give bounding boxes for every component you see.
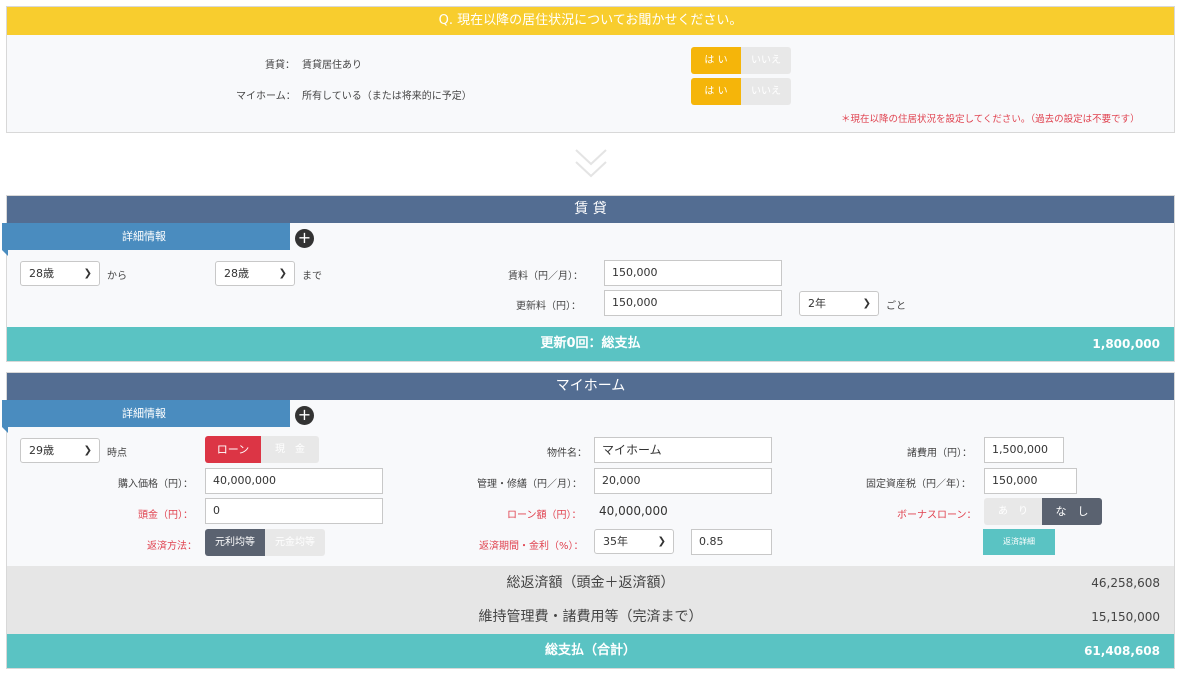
grand-total-label: 総支払（合計）: [544, 643, 636, 658]
repay-period-label: 返済期間・金利（%）：: [479, 541, 584, 552]
rent-add-icon[interactable]: +: [295, 229, 314, 248]
property-name-input[interactable]: マイホーム: [594, 437, 772, 463]
purchase-price-label: 購入価格（円）：: [118, 479, 193, 490]
rent-total-label: 更新0回：総支払: [540, 336, 641, 351]
renewal-period-select[interactable]: 2年 ❯: [799, 291, 879, 316]
property-tax-label: 固定資産税（円／年）：: [866, 479, 971, 490]
rent-yes-no-toggle: は い いいえ: [691, 47, 791, 74]
rent-no-button[interactable]: いいえ: [741, 47, 791, 74]
rent-yes-button[interactable]: は い: [691, 47, 741, 74]
home-no-button[interactable]: いいえ: [741, 78, 791, 105]
bonus-yes-button[interactable]: あ り: [984, 498, 1042, 525]
rent-from-label: から: [107, 271, 127, 282]
cash-button[interactable]: 現 金: [261, 436, 319, 463]
maintenance-total-value: 15,150,000: [1091, 610, 1160, 624]
rent-from-age-value: 28歳: [29, 267, 54, 280]
home-add-icon[interactable]: +: [295, 406, 314, 425]
home-age-value: 29歳: [29, 444, 54, 457]
total-repay-value: 46,258,608: [1091, 576, 1160, 590]
grand-total-value: 61,408,608: [1084, 644, 1160, 658]
rent-question-label: 賃貸：: [265, 60, 295, 71]
rent-section: 賃 貸 詳細情報 + 28歳 ❯ から 28歳 ❯ まで 賃料（円／月）： 15…: [2, 195, 1175, 362]
repay-detail-button[interactable]: 返済詳細: [983, 529, 1055, 555]
fees-input[interactable]: 1,500,000: [984, 437, 1064, 463]
repay-method-toggle: 元利均等 元金均等: [205, 529, 325, 556]
chevron-down-icon: ❯: [862, 298, 871, 309]
maintenance-label: 管理・修繕（円／月）：: [477, 479, 582, 490]
chevron-down-icon: [575, 149, 607, 178]
rent-to-label: まで: [302, 271, 322, 282]
loan-cash-toggle: ローン 現 金: [205, 436, 319, 463]
equal-payment-button[interactable]: 元利均等: [205, 529, 265, 556]
bonus-no-button[interactable]: な し: [1042, 498, 1102, 525]
rent-total-value: 1,800,000: [1092, 337, 1160, 351]
rent-to-age-select[interactable]: 28歳 ❯: [215, 261, 295, 286]
rent-monthly-input[interactable]: 150,000: [604, 260, 782, 286]
rent-monthly-label: 賃料（円／月）：: [508, 271, 583, 282]
total-repay-bar: 総返済額（頭金＋返済額） 46,258,608: [7, 566, 1174, 600]
rent-detail-tab-notch: [2, 250, 8, 256]
property-name-label: 物件名：: [547, 448, 587, 459]
rent-to-age-value: 28歳: [224, 267, 249, 280]
rent-detail-tab[interactable]: 詳細情報: [2, 223, 290, 250]
rent-question-value: 賃貸居住あり: [302, 60, 362, 71]
purchase-price-input[interactable]: 40,000,000: [205, 468, 383, 494]
maintenance-total-label: 維持管理費・諸費用等（完済まで）: [478, 609, 703, 625]
loan-button[interactable]: ローン: [205, 436, 261, 463]
renewal-fee-input[interactable]: 150,000: [604, 290, 782, 316]
chevron-down-icon: ❯: [83, 268, 92, 279]
home-yes-no-toggle: は い いいえ: [691, 78, 791, 105]
question-header: Q. 現在以降の居住状況についてお聞かせください。: [7, 7, 1174, 35]
residence-note: ＊現在以降の住居状況を設定してください。（過去の設定は不要です）: [841, 114, 1140, 125]
repay-period-value: 35年: [603, 535, 628, 548]
rent-section-title: 賃 貸: [7, 196, 1174, 223]
home-section: マイホーム 詳細情報 + 29歳 ❯ 時点 ローン 現 金 購入価格（円）： 4…: [2, 372, 1175, 669]
chevron-down-icon: ❯: [278, 268, 287, 279]
fees-label: 諸費用（円）：: [907, 448, 972, 459]
maintenance-input[interactable]: 20,000: [594, 468, 772, 494]
repay-period-select[interactable]: 35年 ❯: [594, 529, 674, 554]
loan-amount-value: 40,000,000: [599, 504, 668, 518]
repay-method-label: 返済方法：: [147, 541, 197, 552]
home-age-label: 時点: [107, 448, 127, 459]
total-repay-label: 総返済額（頭金＋返済額）: [506, 575, 675, 591]
home-yes-button[interactable]: は い: [691, 78, 741, 105]
down-payment-label: 頭金（円）：: [138, 510, 193, 521]
home-detail-tab[interactable]: 詳細情報: [2, 400, 290, 427]
down-payment-input[interactable]: 0: [205, 498, 383, 524]
question-panel: Q. 現在以降の居住状況についてお聞かせください。 賃貸： 賃貸居住あり は い…: [6, 6, 1175, 133]
equal-principal-button[interactable]: 元金均等: [265, 529, 325, 556]
loan-amount-label: ローン額（円）：: [507, 510, 582, 521]
home-age-select[interactable]: 29歳 ❯: [20, 438, 100, 463]
rent-total-bar: 更新0回：総支払 1,800,000: [7, 327, 1174, 361]
grand-total-bar: 総支払（合計） 61,408,608: [7, 634, 1174, 668]
home-question-value: 所有している（または将来的に予定）: [302, 91, 472, 102]
renewal-period-value: 2年: [808, 297, 826, 310]
interest-rate-input[interactable]: 0.85: [691, 529, 772, 555]
renewal-suffix-label: ごと: [886, 301, 906, 312]
rent-from-age-select[interactable]: 28歳 ❯: [20, 261, 100, 286]
home-question-label: マイホーム：: [236, 91, 296, 102]
home-section-title: マイホーム: [7, 373, 1174, 400]
bonus-loan-label: ボーナスローン：: [897, 510, 977, 521]
home-detail-tab-notch: [2, 427, 8, 433]
chevron-down-icon: ❯: [657, 536, 666, 547]
chevron-down-icon: ❯: [83, 445, 92, 456]
property-tax-input[interactable]: 150,000: [984, 468, 1077, 494]
maintenance-total-bar: 維持管理費・諸費用等（完済まで） 15,150,000: [7, 600, 1174, 634]
bonus-loan-toggle: あ り な し: [984, 498, 1102, 525]
renewal-fee-label: 更新料（円）：: [516, 301, 581, 312]
